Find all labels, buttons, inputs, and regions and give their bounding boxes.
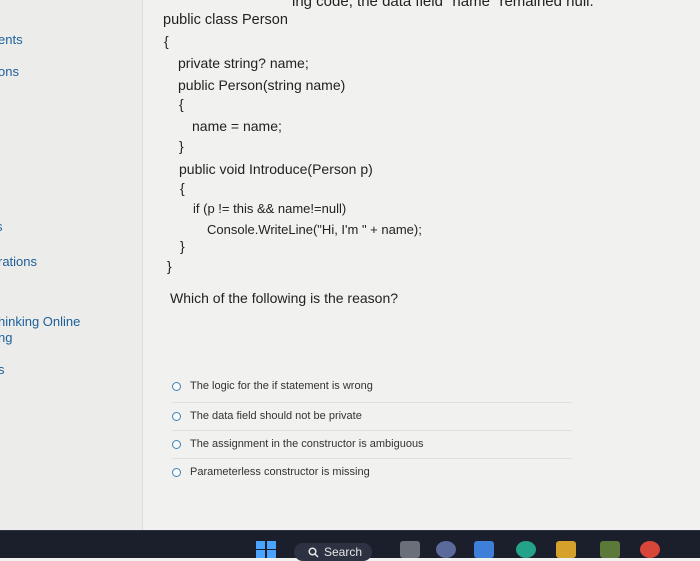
taskbar-app-icon[interactable]: [474, 541, 494, 558]
answer-option-label: The data field should not be private: [190, 410, 362, 422]
taskbar-browser-icon[interactable]: [436, 541, 456, 558]
taskbar-store-icon[interactable]: [600, 541, 620, 558]
code-line-7: }: [179, 138, 184, 154]
quiz-question-panel: ing code, the data field "name" remained…: [142, 0, 700, 530]
answer-option-1[interactable]: The logic for the if statement is wrong: [172, 372, 572, 400]
windows-start-icon[interactable]: [256, 541, 277, 558]
search-icon: [308, 546, 319, 558]
radio-button-icon[interactable]: [172, 411, 181, 421]
sidebar-item-thinking-online-sub[interactable]: ng: [0, 330, 12, 345]
answer-option-3[interactable]: The assignment in the constructor is amb…: [172, 430, 572, 458]
answer-option-2[interactable]: The data field should not be private: [172, 402, 572, 430]
code-line-3: private string? name;: [178, 55, 309, 71]
radio-button-icon[interactable]: [172, 381, 181, 391]
windows-taskbar: Search: [0, 530, 700, 561]
code-line-12: }: [180, 238, 185, 254]
answer-option-label: The logic for the if statement is wrong: [190, 380, 373, 392]
sidebar-item-discussions[interactable]: ons: [0, 64, 19, 79]
sidebar-item-collaborations[interactable]: rations: [0, 254, 37, 269]
sidebar-item-contents[interactable]: ents: [0, 32, 23, 47]
code-line-5: {: [179, 96, 184, 112]
code-line-10: if (p != this && name!=null): [193, 201, 347, 216]
code-line-8: public void Introduce(Person p): [179, 161, 373, 177]
code-line-9: {: [180, 180, 185, 196]
taskbar-search-button[interactable]: Search: [294, 543, 372, 561]
sidebar-item-7[interactable]: s: [0, 362, 5, 377]
sidebar-item-3[interactable]: s: [0, 219, 3, 234]
radio-button-icon[interactable]: [172, 439, 181, 449]
code-line-2: {: [164, 33, 169, 49]
question-prompt-fragment: ing code, the data field "name" remained…: [292, 0, 594, 10]
code-line-11: Console.WriteLine("Hi, I'm " + name);: [207, 222, 422, 237]
code-line-6: name = name;: [192, 118, 282, 134]
code-line-4: public Person(string name): [178, 77, 346, 93]
code-line-1: public class Person: [163, 12, 288, 28]
sidebar-item-thinking-online[interactable]: hinking Online: [0, 314, 80, 329]
question-text: Which of the following is the reason?: [170, 290, 399, 306]
taskbar-file-app-icon[interactable]: [400, 541, 420, 558]
answer-option-label: Parameterless constructor is missing: [190, 466, 370, 478]
radio-button-icon[interactable]: [172, 467, 181, 477]
taskbar-chrome-icon[interactable]: [640, 541, 660, 558]
taskbar-edge-icon[interactable]: [516, 541, 536, 558]
course-sidebar: ents ons s rations hinking Online ng s: [0, 0, 143, 530]
answer-option-label: The assignment in the constructor is amb…: [190, 438, 424, 450]
answer-option-4[interactable]: Parameterless constructor is missing: [172, 458, 572, 486]
code-line-13: }: [167, 258, 172, 274]
taskbar-folder-icon[interactable]: [556, 541, 576, 558]
